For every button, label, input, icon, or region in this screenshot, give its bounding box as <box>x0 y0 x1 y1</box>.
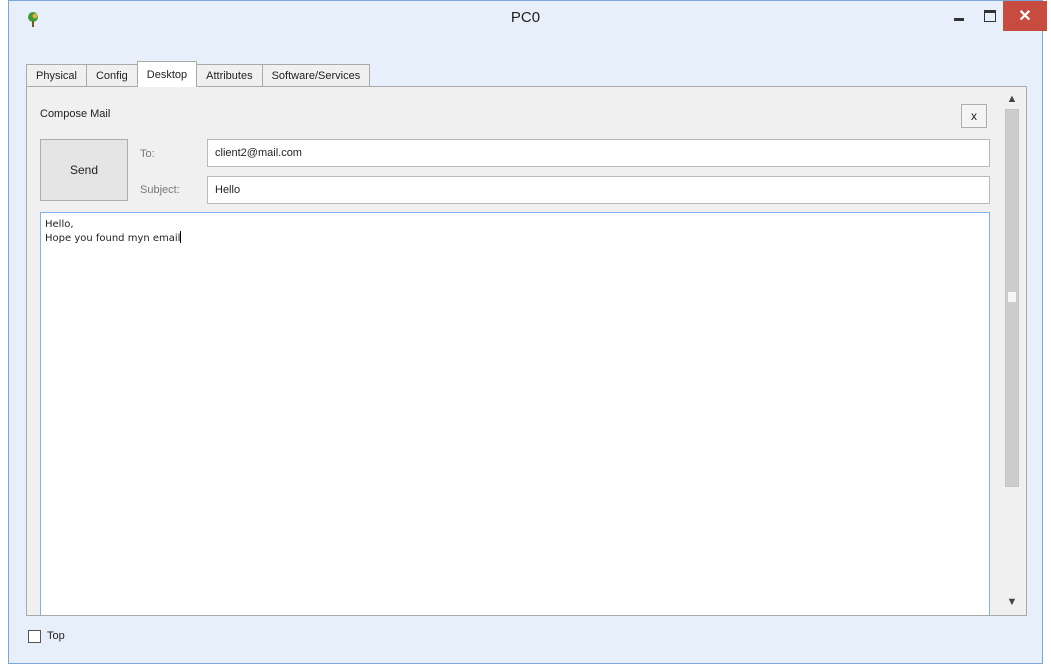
tab-desktop[interactable]: Desktop <box>136 61 198 87</box>
tab-attributes[interactable]: Attributes <box>196 64 263 87</box>
minimize-button[interactable] <box>944 1 974 31</box>
scroll-up-arrow-icon[interactable]: ▲ <box>1002 89 1022 109</box>
minimize-icon <box>954 17 964 21</box>
top-checkbox[interactable] <box>28 630 41 643</box>
body-line-2: Hope you found myn email <box>45 233 181 244</box>
close-icon: ✕ <box>1018 8 1032 25</box>
tab-config[interactable]: Config <box>85 64 138 87</box>
tab-bar: Physical Config Desktop Attributes Softw… <box>26 61 371 87</box>
tab-software-services[interactable]: Software/Services <box>261 64 371 87</box>
to-label: To: <box>140 148 155 160</box>
maximize-button[interactable] <box>975 1 1005 31</box>
text-caret <box>180 231 182 243</box>
title-bar[interactable]: PC0 ✕ <box>9 1 1047 41</box>
scroll-down-arrow-icon[interactable]: ▼ <box>1002 592 1022 612</box>
desktop-panel: Compose Mail x Send To: client2@mail.com… <box>26 86 1027 616</box>
tab-physical[interactable]: Physical <box>26 64 87 87</box>
scrollbar-thumb[interactable] <box>1005 109 1019 487</box>
subject-label: Subject: <box>140 184 180 196</box>
vertical-scrollbar[interactable]: ▲ ▼ <box>1002 87 1022 615</box>
message-body-textarea[interactable]: Hello, Hope you found myn email <box>40 212 990 615</box>
to-field[interactable]: client2@mail.com <box>207 139 990 167</box>
subject-field[interactable]: Hello <box>207 176 990 204</box>
window-title: PC0 <box>510 9 541 26</box>
compose-mail-title: Compose Mail <box>40 108 111 120</box>
top-checkbox-label: Top <box>47 630 65 642</box>
close-compose-button[interactable]: x <box>961 104 987 128</box>
scrollbar-grip-icon <box>1008 292 1016 302</box>
body-line-1: Hello, <box>45 219 74 230</box>
maximize-icon <box>984 10 996 22</box>
close-window-button[interactable]: ✕ <box>1003 1 1047 31</box>
send-button[interactable]: Send <box>40 139 128 201</box>
